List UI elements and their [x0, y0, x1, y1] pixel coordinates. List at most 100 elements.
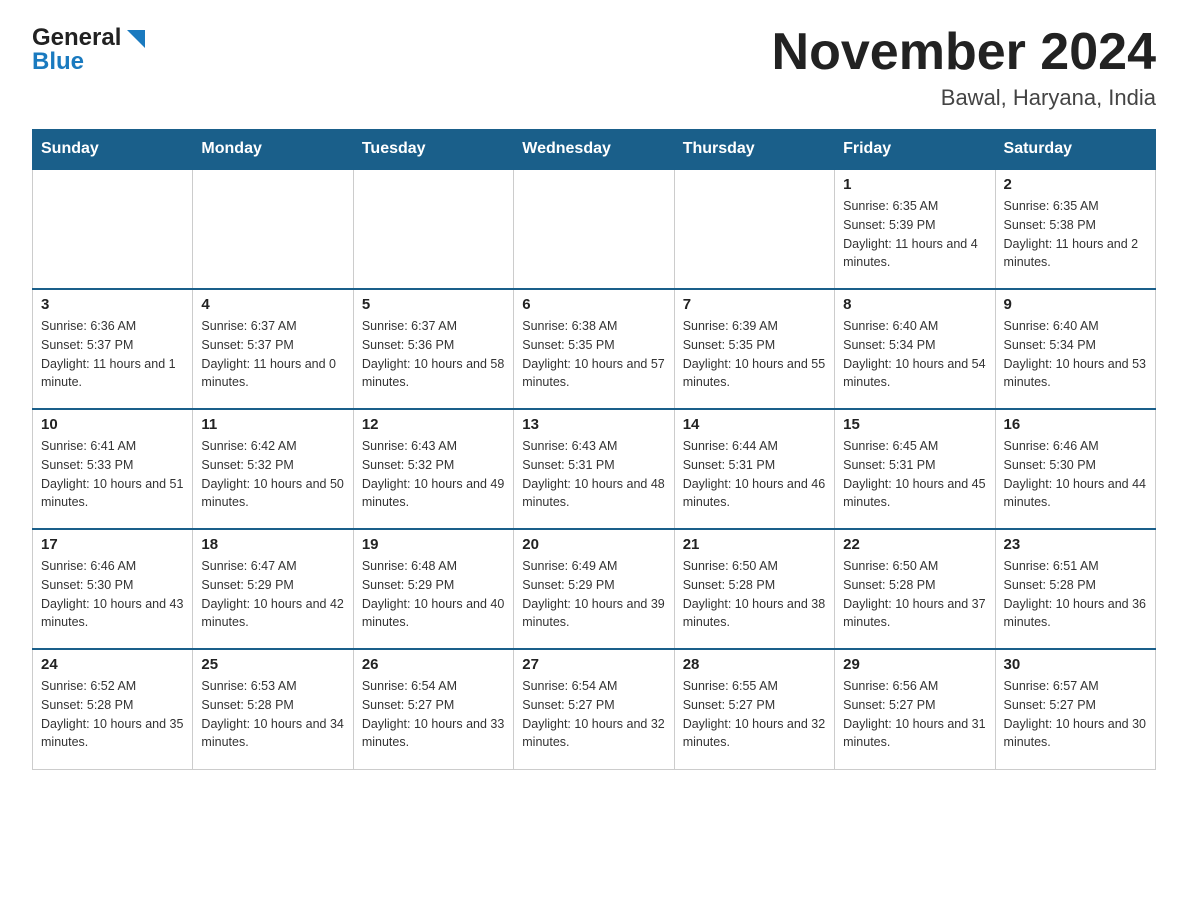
day-header-saturday: Saturday: [995, 130, 1155, 170]
day-info: Sunrise: 6:42 AMSunset: 5:32 PMDaylight:…: [201, 437, 344, 512]
day-info: Sunrise: 6:44 AMSunset: 5:31 PMDaylight:…: [683, 437, 826, 512]
day-number: 4: [201, 296, 344, 313]
day-number: 30: [1004, 656, 1147, 673]
day-info: Sunrise: 6:50 AMSunset: 5:28 PMDaylight:…: [683, 557, 826, 632]
title-area: November 2024 Bawal, Haryana, India: [772, 24, 1156, 111]
calendar-cell: 6 Sunrise: 6:38 AMSunset: 5:35 PMDaylight…: [514, 289, 674, 409]
day-number: 1: [843, 176, 986, 193]
day-info: Sunrise: 6:43 AMSunset: 5:31 PMDaylight:…: [522, 437, 665, 512]
calendar-cell: 11 Sunrise: 6:42 AMSunset: 5:32 PMDayligh…: [193, 409, 353, 529]
calendar-cell: 28 Sunrise: 6:55 AMSunset: 5:27 PMDayligh…: [674, 649, 834, 769]
day-info: Sunrise: 6:56 AMSunset: 5:27 PMDaylight:…: [843, 677, 986, 752]
calendar-header-row: SundayMondayTuesdayWednesdayThursdayFrid…: [33, 130, 1156, 170]
day-info: Sunrise: 6:49 AMSunset: 5:29 PMDaylight:…: [522, 557, 665, 632]
calendar-cell: 2 Sunrise: 6:35 AMSunset: 5:38 PMDaylight…: [995, 169, 1155, 289]
logo-triangle-icon: [123, 30, 145, 48]
calendar-cell: 21 Sunrise: 6:50 AMSunset: 5:28 PMDayligh…: [674, 529, 834, 649]
calendar-week-row: 24 Sunrise: 6:52 AMSunset: 5:28 PMDayligh…: [33, 649, 1156, 769]
day-info: Sunrise: 6:48 AMSunset: 5:29 PMDaylight:…: [362, 557, 505, 632]
day-info: Sunrise: 6:46 AMSunset: 5:30 PMDaylight:…: [41, 557, 184, 632]
day-number: 26: [362, 656, 505, 673]
day-info: Sunrise: 6:40 AMSunset: 5:34 PMDaylight:…: [843, 317, 986, 392]
calendar-cell: 9 Sunrise: 6:40 AMSunset: 5:34 PMDaylight…: [995, 289, 1155, 409]
calendar-cell: 5 Sunrise: 6:37 AMSunset: 5:36 PMDaylight…: [353, 289, 513, 409]
day-info: Sunrise: 6:52 AMSunset: 5:28 PMDaylight:…: [41, 677, 184, 752]
day-number: 25: [201, 656, 344, 673]
day-info: Sunrise: 6:47 AMSunset: 5:29 PMDaylight:…: [201, 557, 344, 632]
day-number: 8: [843, 296, 986, 313]
page-header: General Blue November 2024 Bawal, Haryan…: [32, 24, 1156, 111]
calendar-cell: 15Sunrise: 6:45 AMSunset: 5:31 PMDayligh…: [835, 409, 995, 529]
calendar-cell: [193, 169, 353, 289]
calendar-week-row: 1 Sunrise: 6:35 AMSunset: 5:39 PMDaylight…: [33, 169, 1156, 289]
calendar-cell: 8 Sunrise: 6:40 AMSunset: 5:34 PMDaylight…: [835, 289, 995, 409]
day-number: 6: [522, 296, 665, 313]
calendar-cell: 22 Sunrise: 6:50 AMSunset: 5:28 PMDayligh…: [835, 529, 995, 649]
day-number: 3: [41, 296, 184, 313]
day-info: Sunrise: 6:45 AMSunset: 5:31 PMDaylight:…: [843, 437, 986, 512]
calendar-cell: 27Sunrise: 6:54 AMSunset: 5:27 PMDayligh…: [514, 649, 674, 769]
day-info: Sunrise: 6:40 AMSunset: 5:34 PMDaylight:…: [1004, 317, 1147, 392]
day-info: Sunrise: 6:41 AMSunset: 5:33 PMDaylight:…: [41, 437, 184, 512]
day-info: Sunrise: 6:37 AMSunset: 5:36 PMDaylight:…: [362, 317, 505, 392]
day-number: 18: [201, 536, 344, 553]
day-number: 7: [683, 296, 826, 313]
calendar-cell: 20 Sunrise: 6:49 AMSunset: 5:29 PMDayligh…: [514, 529, 674, 649]
day-info: Sunrise: 6:38 AMSunset: 5:35 PMDaylight:…: [522, 317, 665, 392]
calendar-cell: 7 Sunrise: 6:39 AMSunset: 5:35 PMDaylight…: [674, 289, 834, 409]
day-info: Sunrise: 6:46 AMSunset: 5:30 PMDaylight:…: [1004, 437, 1147, 512]
calendar-cell: 3 Sunrise: 6:36 AMSunset: 5:37 PMDaylight…: [33, 289, 193, 409]
calendar-cell: 29 Sunrise: 6:56 AMSunset: 5:27 PMDayligh…: [835, 649, 995, 769]
calendar-cell: 13 Sunrise: 6:43 AMSunset: 5:31 PMDayligh…: [514, 409, 674, 529]
day-header-monday: Monday: [193, 130, 353, 170]
day-number: 2: [1004, 176, 1147, 193]
logo: General Blue: [32, 24, 145, 76]
subtitle: Bawal, Haryana, India: [772, 85, 1156, 111]
main-title: November 2024: [772, 24, 1156, 81]
day-number: 13: [522, 416, 665, 433]
day-info: Sunrise: 6:51 AMSunset: 5:28 PMDaylight:…: [1004, 557, 1147, 632]
calendar-cell: 10 Sunrise: 6:41 AMSunset: 5:33 PMDayligh…: [33, 409, 193, 529]
day-info: Sunrise: 6:43 AMSunset: 5:32 PMDaylight:…: [362, 437, 505, 512]
day-number: 28: [683, 656, 826, 673]
day-number: 20: [522, 536, 665, 553]
calendar-table: SundayMondayTuesdayWednesdayThursdayFrid…: [32, 129, 1156, 770]
day-number: 12: [362, 416, 505, 433]
logo-blue-text: Blue: [32, 48, 84, 76]
day-header-tuesday: Tuesday: [353, 130, 513, 170]
day-info: Sunrise: 6:50 AMSunset: 5:28 PMDaylight:…: [843, 557, 986, 632]
calendar-cell: 25 Sunrise: 6:53 AMSunset: 5:28 PMDayligh…: [193, 649, 353, 769]
day-number: 5: [362, 296, 505, 313]
calendar-cell: 19 Sunrise: 6:48 AMSunset: 5:29 PMDayligh…: [353, 529, 513, 649]
day-info: Sunrise: 6:35 AMSunset: 5:39 PMDaylight:…: [843, 197, 986, 272]
day-number: 29: [843, 656, 986, 673]
day-number: 9: [1004, 296, 1147, 313]
day-info: Sunrise: 6:53 AMSunset: 5:28 PMDaylight:…: [201, 677, 344, 752]
calendar-cell: [33, 169, 193, 289]
calendar-cell: [353, 169, 513, 289]
calendar-week-row: 3 Sunrise: 6:36 AMSunset: 5:37 PMDaylight…: [33, 289, 1156, 409]
day-number: 24: [41, 656, 184, 673]
calendar-cell: 4 Sunrise: 6:37 AMSunset: 5:37 PMDaylight…: [193, 289, 353, 409]
day-number: 10: [41, 416, 184, 433]
day-info: Sunrise: 6:37 AMSunset: 5:37 PMDaylight:…: [201, 317, 344, 392]
day-header-thursday: Thursday: [674, 130, 834, 170]
day-number: 21: [683, 536, 826, 553]
day-info: Sunrise: 6:36 AMSunset: 5:37 PMDaylight:…: [41, 317, 184, 392]
day-info: Sunrise: 6:39 AMSunset: 5:35 PMDaylight:…: [683, 317, 826, 392]
calendar-week-row: 10 Sunrise: 6:41 AMSunset: 5:33 PMDayligh…: [33, 409, 1156, 529]
calendar-cell: 17Sunrise: 6:46 AMSunset: 5:30 PMDayligh…: [33, 529, 193, 649]
day-info: Sunrise: 6:35 AMSunset: 5:38 PMDaylight:…: [1004, 197, 1147, 272]
day-info: Sunrise: 6:55 AMSunset: 5:27 PMDaylight:…: [683, 677, 826, 752]
calendar-cell: 16Sunrise: 6:46 AMSunset: 5:30 PMDayligh…: [995, 409, 1155, 529]
day-number: 22: [843, 536, 986, 553]
calendar-cell: [674, 169, 834, 289]
calendar-cell: 26 Sunrise: 6:54 AMSunset: 5:27 PMDayligh…: [353, 649, 513, 769]
calendar-cell: 30Sunrise: 6:57 AMSunset: 5:27 PMDayligh…: [995, 649, 1155, 769]
day-header-friday: Friday: [835, 130, 995, 170]
day-number: 11: [201, 416, 344, 433]
day-number: 19: [362, 536, 505, 553]
calendar-week-row: 17Sunrise: 6:46 AMSunset: 5:30 PMDayligh…: [33, 529, 1156, 649]
calendar-cell: [514, 169, 674, 289]
day-info: Sunrise: 6:54 AMSunset: 5:27 PMDaylight:…: [362, 677, 505, 752]
